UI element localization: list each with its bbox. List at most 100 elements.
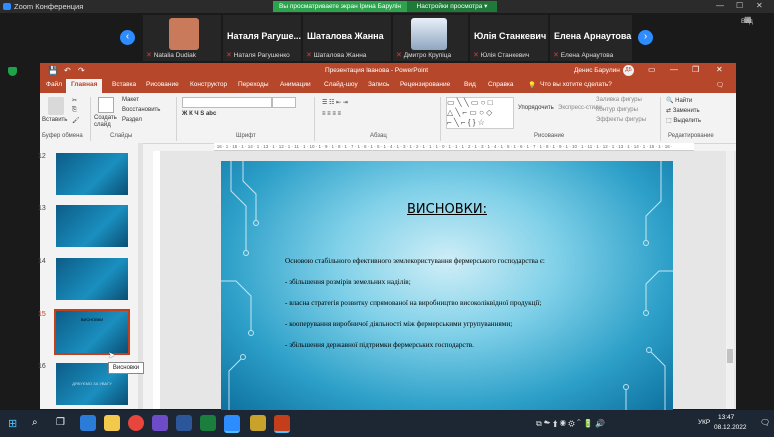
tab-animations[interactable]: Анимации bbox=[280, 81, 311, 88]
participant-tile[interactable]: Юлія Станкевич ✕ Юлія Станкевич bbox=[470, 15, 548, 61]
new-slide-button[interactable]: Создать слайд bbox=[94, 115, 120, 129]
slide-thumbnail[interactable] bbox=[56, 153, 128, 195]
prev-page-button[interactable]: ‹ bbox=[120, 30, 135, 45]
shape-fill-button[interactable]: Заливка фигуры bbox=[596, 97, 642, 103]
reset-button[interactable]: Восстановить bbox=[122, 107, 160, 113]
font-format-buttons[interactable]: Ж К Ч S abc bbox=[182, 111, 216, 117]
arrange-button[interactable]: Упорядочить bbox=[518, 105, 554, 111]
tab-view[interactable]: Вид bbox=[464, 81, 476, 88]
clock-time[interactable]: 13:47 bbox=[718, 414, 734, 421]
zoom-taskbar-icon[interactable] bbox=[224, 415, 240, 433]
app-icon[interactable] bbox=[250, 415, 266, 431]
slide-bullet[interactable]: - власна стратегія розвитку спрямованої … bbox=[285, 299, 541, 307]
tab-record[interactable]: Запись bbox=[368, 81, 389, 88]
edge-icon[interactable] bbox=[80, 415, 96, 431]
tab-help[interactable]: Справка bbox=[488, 81, 514, 88]
search-icon[interactable]: ⌕ bbox=[32, 417, 38, 428]
tray-icons[interactable]: ⧉ ☁ ⬆ ◉ ⚙ ⌃ 🔋 🔊 bbox=[536, 419, 605, 429]
tab-file[interactable]: Файл bbox=[46, 81, 62, 88]
slide-title[interactable]: ВИСНОВКИ: bbox=[221, 202, 673, 217]
shape-effects-button[interactable]: Эффекты фигуры bbox=[596, 117, 646, 123]
tab-design[interactable]: Конструктор bbox=[190, 81, 227, 88]
tab-review[interactable]: Рецензирование bbox=[400, 81, 450, 88]
tab-transitions[interactable]: Переходы bbox=[238, 81, 269, 88]
save-icon[interactable]: 💾 bbox=[48, 66, 58, 75]
slide-bullet[interactable]: - збільшення державної підтримки фермерс… bbox=[285, 341, 474, 349]
shape-outline-button[interactable]: Контур фигуры bbox=[596, 107, 638, 113]
participant-tile[interactable]: Наталя Рагуше... ✕ Наталя Рагушенко bbox=[223, 15, 301, 61]
font-name-input[interactable] bbox=[182, 97, 272, 108]
maximize-icon[interactable]: ☐ bbox=[736, 1, 743, 10]
tab-slideshow[interactable]: Слайд-шоу bbox=[324, 81, 358, 88]
slide-bullet[interactable]: - збільшення розмірів земельних наділів; bbox=[285, 278, 411, 286]
participant-tile[interactable]: ✕ Дмитро Крупіца bbox=[393, 15, 468, 61]
restore-icon[interactable]: ❐ bbox=[692, 65, 699, 74]
participant-tile[interactable]: Шаталова Жанна ✕ Шаталова Жанна bbox=[303, 15, 391, 61]
tell-me-search[interactable]: Что вы хотите сделать? bbox=[540, 81, 612, 88]
slide-bullet[interactable]: - кооперування виробничої діяльності між… bbox=[285, 320, 512, 328]
close-icon[interactable]: ✕ bbox=[716, 65, 723, 74]
user-name[interactable]: Денис Барулин bbox=[574, 67, 620, 74]
participant-tile[interactable]: Елена Арнаутова ✕ Елена Арнаутова bbox=[550, 15, 632, 61]
format-painter-icon[interactable]: 🖌 bbox=[72, 117, 80, 124]
slide-thumbnail-selected[interactable]: ВИСНОВКИ bbox=[54, 309, 130, 355]
font-size-input[interactable] bbox=[272, 97, 296, 108]
app-icon[interactable] bbox=[152, 415, 168, 431]
group-drawing: Рисование bbox=[534, 133, 565, 139]
minimize-icon[interactable]: — bbox=[670, 65, 678, 74]
layout-button[interactable]: Макет bbox=[122, 97, 139, 103]
participant-tile[interactable]: ✕ Natalia Dudiak bbox=[143, 15, 221, 61]
align-icons[interactable]: ≡ ≡ ≡ ≡ bbox=[322, 111, 341, 117]
windows-start-icon[interactable]: ⊞ bbox=[8, 417, 17, 430]
thumb-number: 15 bbox=[38, 311, 46, 318]
chrome-icon[interactable] bbox=[128, 415, 144, 431]
avatar[interactable]: ДБ bbox=[623, 65, 634, 76]
lightbulb-icon: 💡 bbox=[528, 82, 537, 89]
slide-thumbnail[interactable] bbox=[56, 258, 128, 300]
excel-icon[interactable] bbox=[200, 415, 216, 431]
paste-button[interactable]: Вставить bbox=[42, 117, 67, 123]
ribbon-tabs: Файл Главная Вставка Рисование Конструкт… bbox=[40, 79, 736, 93]
slide-bullet[interactable]: Основою стабільного ефективного землекор… bbox=[285, 257, 545, 265]
word-icon[interactable] bbox=[176, 415, 192, 431]
clock-date[interactable]: 08.12.2022 bbox=[714, 424, 747, 431]
tab-home[interactable]: Главная bbox=[66, 79, 103, 93]
bullets-icon[interactable]: ☰ ☷ ⇤ ⇥ bbox=[322, 99, 348, 106]
slide-thumbnail[interactable] bbox=[56, 205, 128, 247]
mic-muted-icon: ✕ bbox=[226, 52, 232, 59]
comments-icon[interactable]: 🗨 bbox=[716, 81, 724, 89]
select-button[interactable]: ⬚ Выделить bbox=[666, 117, 701, 124]
tab-insert[interactable]: Вставка bbox=[112, 81, 136, 88]
minimize-icon[interactable]: — bbox=[716, 1, 724, 10]
notifications-icon[interactable]: 🗨 bbox=[760, 418, 770, 427]
section-button[interactable]: Раздел bbox=[122, 117, 142, 123]
ribbon-display-icon[interactable]: ▭ bbox=[648, 65, 656, 74]
scrollbar-thumb[interactable] bbox=[727, 349, 733, 363]
paste-icon[interactable] bbox=[48, 97, 64, 115]
close-icon[interactable]: ✕ bbox=[756, 1, 763, 10]
language-indicator[interactable]: УКР bbox=[698, 419, 710, 426]
next-page-button[interactable]: › bbox=[638, 30, 653, 45]
replace-button[interactable]: ⇄ Заменить bbox=[666, 107, 700, 114]
slide-canvas: ВИСНОВКИ: Основою стабільного ефективног… bbox=[160, 151, 736, 411]
task-view-icon[interactable]: ❐ bbox=[56, 417, 65, 428]
participant-subname: Юлія Станкевич bbox=[480, 52, 530, 59]
undo-icon[interactable]: ↶ bbox=[64, 66, 71, 75]
vertical-scrollbar[interactable] bbox=[726, 151, 734, 409]
shapes-gallery[interactable]: ▭ ╲ ╲ ▭ ○ □ △ ╲ ⌐ ▭ ○ ◇ ⌐ ╲ ⌐ { } ☆ bbox=[446, 97, 514, 129]
find-button[interactable]: 🔍 Найти bbox=[666, 97, 692, 104]
participants-strip: ‹ ✕ Natalia Dudiak Наталя Рагуше... ✕ На… bbox=[0, 13, 774, 63]
cut-icon[interactable]: ✂ bbox=[72, 97, 77, 104]
view-label[interactable]: Вид bbox=[741, 18, 753, 25]
slide[interactable]: ВИСНОВКИ: Основою стабільного ефективног… bbox=[221, 161, 673, 411]
powerpoint-window: 💾 ↶ ↷ Презентация Іванова - PowerPoint Д… bbox=[38, 63, 736, 411]
copy-icon[interactable]: ⎘ bbox=[72, 107, 77, 114]
file-explorer-icon[interactable] bbox=[104, 415, 120, 431]
powerpoint-taskbar-icon[interactable] bbox=[274, 415, 290, 433]
tab-draw[interactable]: Рисование bbox=[146, 81, 179, 88]
zoom-icon bbox=[3, 3, 11, 10]
view-options-button[interactable]: Настройки просмотра ▾ bbox=[407, 1, 497, 12]
participant-subname: Шаталова Жанна bbox=[313, 52, 367, 59]
redo-icon[interactable]: ↷ bbox=[78, 66, 85, 75]
new-slide-icon[interactable] bbox=[98, 97, 114, 113]
